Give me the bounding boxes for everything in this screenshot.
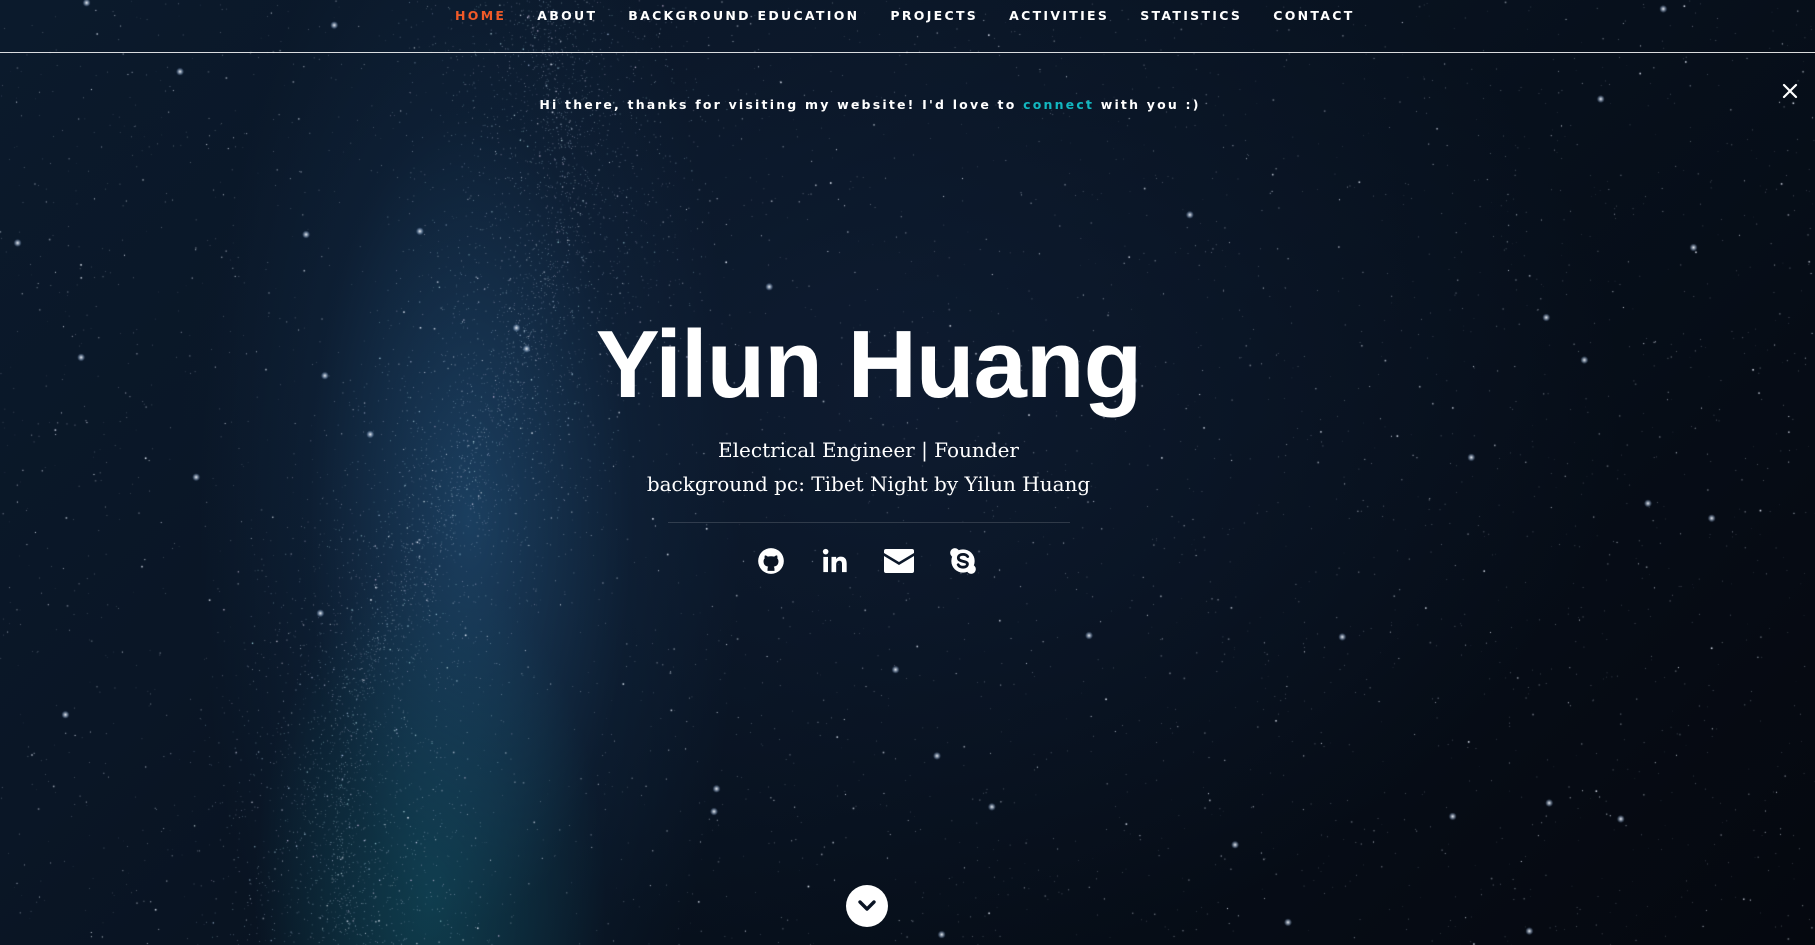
notice-text-before: Hi there, thanks for visiting my website… xyxy=(539,97,1024,112)
hero-photo-credit: background pc: Tibet Night by Yilun Huan… xyxy=(646,472,1091,496)
welcome-notice: Hi there, thanks for visiting my website… xyxy=(0,97,1740,112)
chevron-down-icon xyxy=(858,900,876,911)
hero-section: HOME ABOUT BACKGROUND EDUCATION PROJECTS… xyxy=(0,0,1815,945)
nav-item-home[interactable]: HOME xyxy=(455,8,506,23)
nav-item-statistics[interactable]: STATISTICS xyxy=(1140,8,1242,23)
skype-icon[interactable] xyxy=(946,544,980,578)
top-navigation: HOME ABOUT BACKGROUND EDUCATION PROJECTS… xyxy=(0,0,1815,53)
social-links xyxy=(754,544,1010,578)
connect-link[interactable]: connect xyxy=(1023,97,1094,112)
notice-text-after: with you :) xyxy=(1094,97,1201,112)
nav-item-about[interactable]: ABOUT xyxy=(537,8,597,23)
close-icon-glyph xyxy=(1782,83,1798,99)
github-icon[interactable] xyxy=(754,544,788,578)
close-icon[interactable] xyxy=(1779,82,1801,104)
scroll-down-button[interactable] xyxy=(846,885,888,927)
nav-list: HOME ABOUT BACKGROUND EDUCATION PROJECTS… xyxy=(455,8,1386,23)
nav-item-projects[interactable]: PROJECTS xyxy=(890,8,978,23)
hero-divider xyxy=(668,522,1070,523)
nav-item-background-education[interactable]: BACKGROUND EDUCATION xyxy=(628,8,859,23)
nav-item-contact[interactable]: CONTACT xyxy=(1273,8,1354,23)
hero-name: Yilun Huang xyxy=(595,311,1142,418)
hero-subtitle: Electrical Engineer | Founder xyxy=(718,438,1019,462)
linkedin-icon[interactable] xyxy=(818,544,852,578)
envelope-icon[interactable] xyxy=(882,544,916,578)
nav-item-activities[interactable]: ACTIVITIES xyxy=(1009,8,1109,23)
